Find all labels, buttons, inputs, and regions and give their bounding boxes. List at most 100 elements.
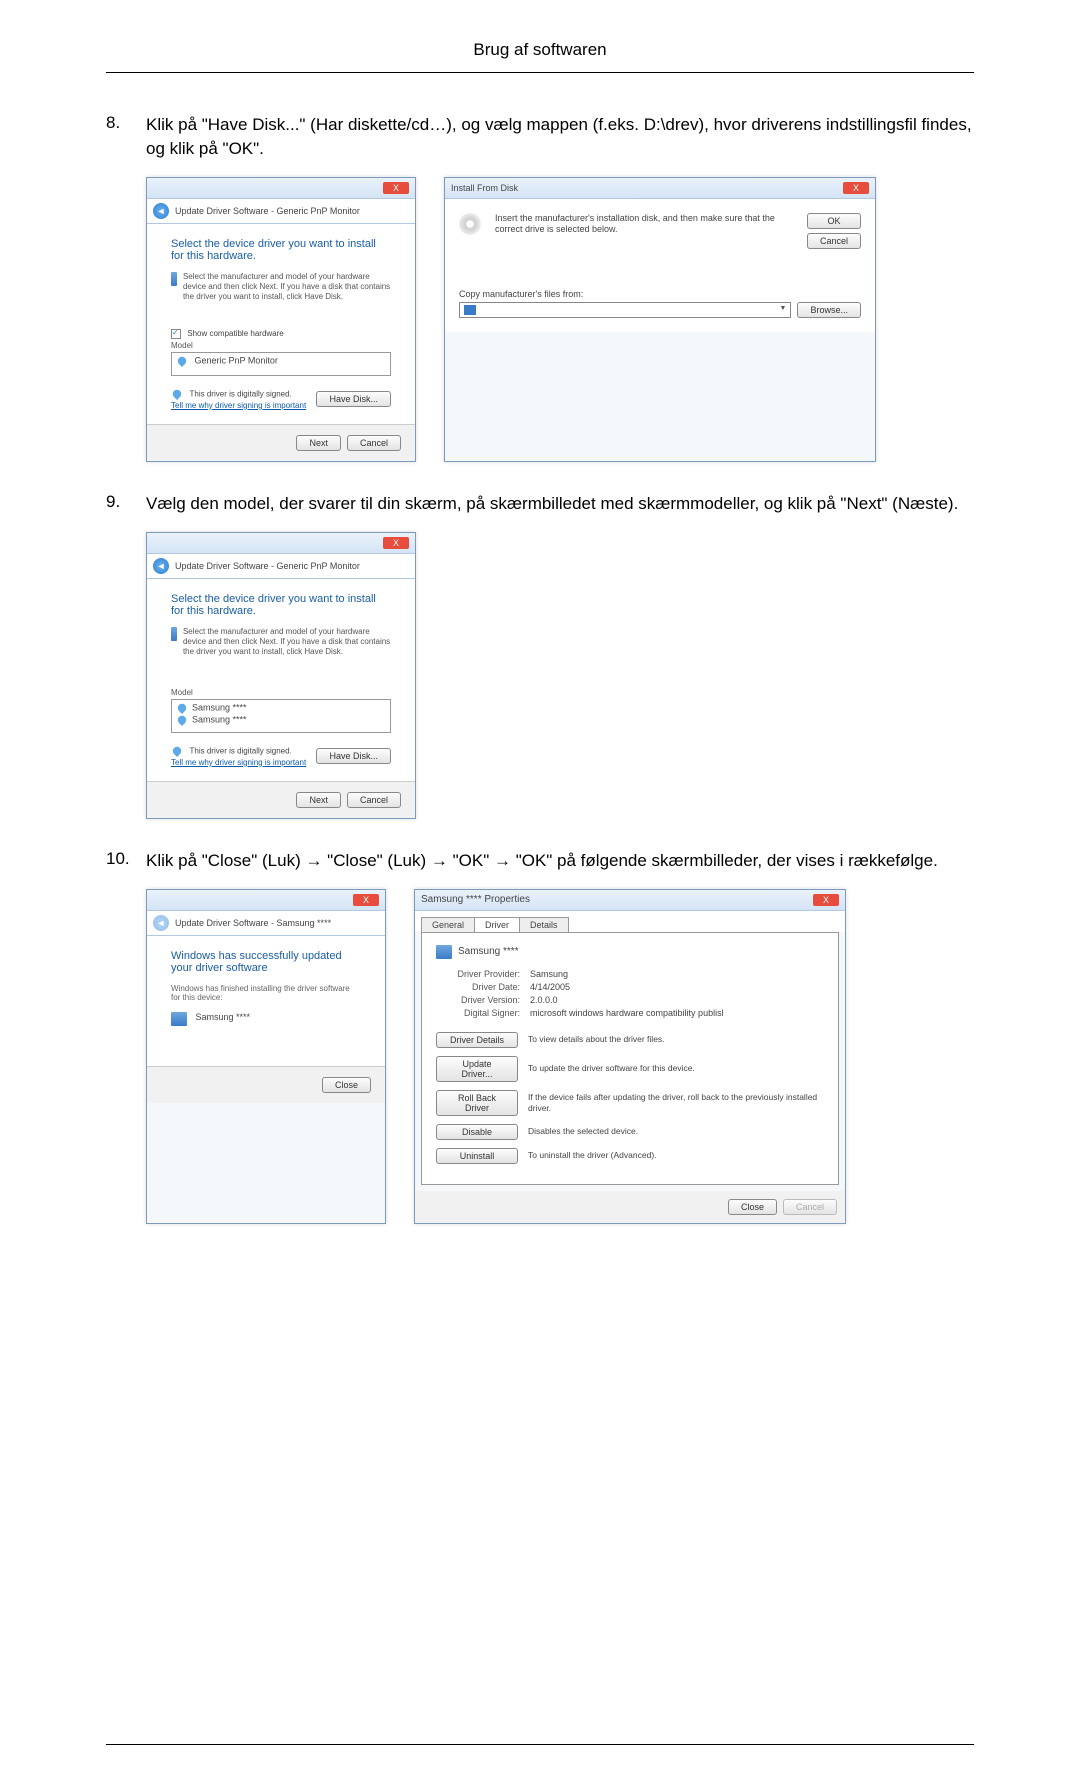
update-driver-button[interactable]: Update Driver... (436, 1056, 518, 1082)
monitor-icon (436, 945, 452, 959)
device-name: Samsung **** (458, 946, 519, 957)
step-text: Klik på "Close" (Luk) → "Close" (Luk) → … (146, 849, 974, 873)
desc: To uninstall the driver (Advanced). (528, 1150, 824, 1160)
model-list[interactable]: Samsung **** Samsung **** (171, 699, 391, 733)
shield-icon (176, 355, 188, 367)
next-button[interactable]: Next (296, 792, 341, 808)
shield-icon (176, 702, 188, 714)
wizard-instruction: Select the manufacturer and model of you… (183, 272, 391, 303)
cancel-button: Cancel (783, 1199, 837, 1215)
have-disk-button[interactable]: Have Disk... (316, 391, 391, 407)
breadcrumb-nav: ◄ Update Driver Software - Samsung **** (147, 911, 385, 936)
desc: If the device fails after updating the d… (528, 1092, 824, 1112)
wizard-heading: Select the device driver you want to ins… (171, 593, 391, 617)
breadcrumb: Update Driver Software - Generic PnP Mon… (175, 561, 360, 571)
steps-list: Klik på "Have Disk..." (Har diskette/cd…… (106, 113, 974, 1224)
cancel-button[interactable]: Cancel (807, 233, 861, 249)
signing-link[interactable]: Tell me why driver signing is important (171, 758, 306, 767)
close-icon[interactable]: X (383, 182, 409, 194)
desc: To view details about the driver files. (528, 1034, 824, 1044)
signing-link[interactable]: Tell me why driver signing is important (171, 401, 306, 410)
desc: To update the driver software for this d… (528, 1063, 824, 1073)
model-label: Model (171, 688, 391, 697)
disk-icon (459, 213, 481, 235)
wizard-dialog-2: X ◄ Update Driver Software - Generic PnP… (146, 532, 416, 819)
dialog-title: Samsung **** Properties (421, 894, 530, 905)
tab-driver[interactable]: Driver (474, 917, 520, 932)
wizard-dialog-3: X ◄ Update Driver Software - Samsung ***… (146, 889, 386, 1224)
dialog-title: Install From Disk (451, 183, 518, 193)
tab-general[interactable]: General (421, 917, 475, 932)
wizard-dialog-1: X ◄ Update Driver Software - Generic PnP… (146, 177, 416, 462)
copy-from-label: Copy manufacturer's files from: (459, 289, 791, 299)
titlebar: Install From Disk X (445, 178, 875, 199)
breadcrumb-nav: ◄ Update Driver Software - Generic PnP M… (147, 554, 415, 579)
signed-text: This driver is digitally signed. (190, 746, 292, 755)
page-header: Brug af softwaren (106, 40, 974, 73)
close-button[interactable]: Close (322, 1077, 371, 1093)
wizard-heading: Windows has successfully updated your dr… (171, 950, 361, 974)
monitor-icon (171, 1012, 187, 1026)
desc: Disables the selected device. (528, 1126, 824, 1136)
model-item: Samsung **** (192, 714, 247, 724)
back-icon[interactable]: ◄ (153, 915, 169, 931)
ifd-message: Insert the manufacturer's installation d… (495, 213, 799, 236)
cancel-button[interactable]: Cancel (347, 792, 401, 808)
titlebar: X (147, 178, 415, 199)
value-date: 4/14/2005 (530, 982, 570, 992)
step-8: Klik på "Have Disk..." (Har diskette/cd…… (106, 113, 974, 462)
wizard-subtext: Windows has finished installing the driv… (171, 984, 361, 1002)
ok-button[interactable]: OK (807, 213, 861, 229)
cancel-button[interactable]: Cancel (347, 435, 401, 451)
drive-icon (464, 305, 476, 315)
value-version: 2.0.0.0 (530, 995, 558, 1005)
back-icon[interactable]: ◄ (153, 558, 169, 574)
drive-combo[interactable] (459, 302, 791, 319)
close-icon[interactable]: X (813, 894, 839, 906)
tabs: General Driver Details (415, 911, 845, 932)
breadcrumb: Update Driver Software - Generic PnP Mon… (175, 206, 360, 216)
step-text: Klik på "Have Disk..." (Har diskette/cd…… (146, 113, 974, 161)
close-icon[interactable]: X (843, 182, 869, 194)
titlebar: X (147, 890, 385, 911)
monitor-icon (171, 627, 177, 641)
step-text: Vælg den model, der svarer til din skærm… (146, 492, 974, 516)
footer-rule (106, 1744, 974, 1745)
close-icon[interactable]: X (383, 537, 409, 549)
step-9: Vælg den model, der svarer til din skærm… (106, 492, 974, 819)
properties-dialog: Samsung **** Properties X General Driver… (414, 889, 846, 1224)
next-button[interactable]: Next (296, 435, 341, 451)
step-10: Klik på "Close" (Luk) → "Close" (Luk) → … (106, 849, 974, 1224)
uninstall-button[interactable]: Uninstall (436, 1148, 518, 1164)
back-icon[interactable]: ◄ (153, 203, 169, 219)
driver-details-button[interactable]: Driver Details (436, 1032, 518, 1048)
monitor-icon (171, 272, 177, 286)
install-from-disk-dialog: Install From Disk X Insert the manufactu… (444, 177, 876, 462)
wizard-heading: Select the device driver you want to ins… (171, 238, 391, 262)
model-item: Samsung **** (192, 702, 247, 712)
breadcrumb-nav: ◄ Update Driver Software - Generic PnP M… (147, 199, 415, 224)
close-button[interactable]: Close (728, 1199, 777, 1215)
wizard-instruction: Select the manufacturer and model of you… (183, 627, 391, 658)
signed-text: This driver is digitally signed. (190, 389, 292, 398)
shield-icon (171, 388, 183, 400)
value-signer: microsoft windows hardware compatibility… (530, 1008, 724, 1018)
tab-details[interactable]: Details (519, 917, 569, 932)
model-list[interactable]: Generic PnP Monitor (171, 352, 391, 376)
device-name: Samsung **** (196, 1012, 251, 1022)
compat-checkbox[interactable] (171, 329, 181, 339)
close-icon[interactable]: X (353, 894, 379, 906)
browse-button[interactable]: Browse... (797, 302, 861, 318)
label-provider: Driver Provider: (436, 969, 520, 979)
shield-icon (176, 714, 188, 726)
label-version: Driver Version: (436, 995, 520, 1005)
titlebar: Samsung **** Properties X (415, 890, 845, 911)
model-item: Generic PnP Monitor (195, 355, 278, 365)
breadcrumb: Update Driver Software - Samsung **** (175, 918, 331, 928)
model-label: Model (171, 341, 391, 350)
disable-button[interactable]: Disable (436, 1124, 518, 1140)
rollback-button[interactable]: Roll Back Driver (436, 1090, 518, 1116)
label-signer: Digital Signer: (436, 1008, 520, 1018)
compat-label: Show compatible hardware (187, 329, 284, 338)
have-disk-button[interactable]: Have Disk... (316, 748, 391, 764)
